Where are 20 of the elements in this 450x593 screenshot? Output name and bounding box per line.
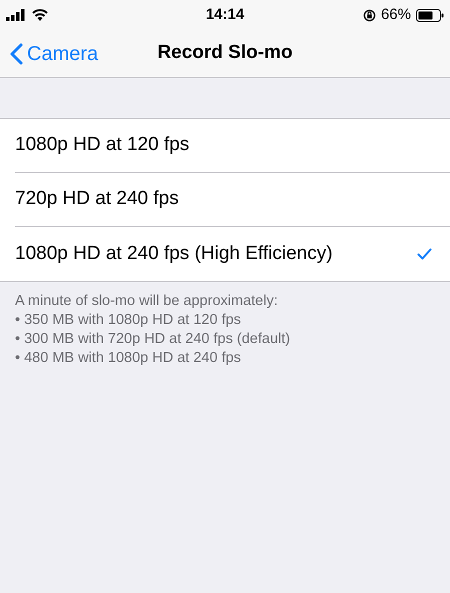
battery-icon (416, 8, 444, 22)
footer-text: • 350 MB with 1080p HD at 120 fps (15, 311, 242, 330)
back-button[interactable]: Camera (0, 38, 98, 68)
option-row[interactable]: 1080p HD at 120 fps (15, 119, 450, 173)
option-row[interactable]: 720p HD at 240 fps (15, 173, 450, 227)
signal-icon (6, 9, 26, 21)
chevron-left-icon (10, 42, 23, 64)
rotation-lock-icon (362, 8, 376, 22)
option-row[interactable]: 1080p HD at 240 fps (High Efficiency) (15, 227, 450, 281)
checkmark-icon (417, 248, 432, 260)
option-label: 1080p HD at 240 fps (High Efficiency) (15, 242, 333, 266)
page-title: Record Slo-mo (157, 41, 293, 66)
status-time: 14:14 (206, 4, 244, 25)
option-label: 720p HD at 240 fps (15, 187, 179, 212)
footer-text: • 300 MB with 720p HD at 240 fps (default) (15, 330, 292, 349)
option-label: 1080p HD at 120 fps (15, 133, 190, 158)
footer-text: • 480 MB with 1080p HD at 240 fps (15, 349, 242, 368)
footer-text: A minute of slo-mo will be approximately: (15, 292, 279, 311)
wifi-icon (32, 9, 48, 21)
battery-percentage: 66% (380, 4, 411, 25)
